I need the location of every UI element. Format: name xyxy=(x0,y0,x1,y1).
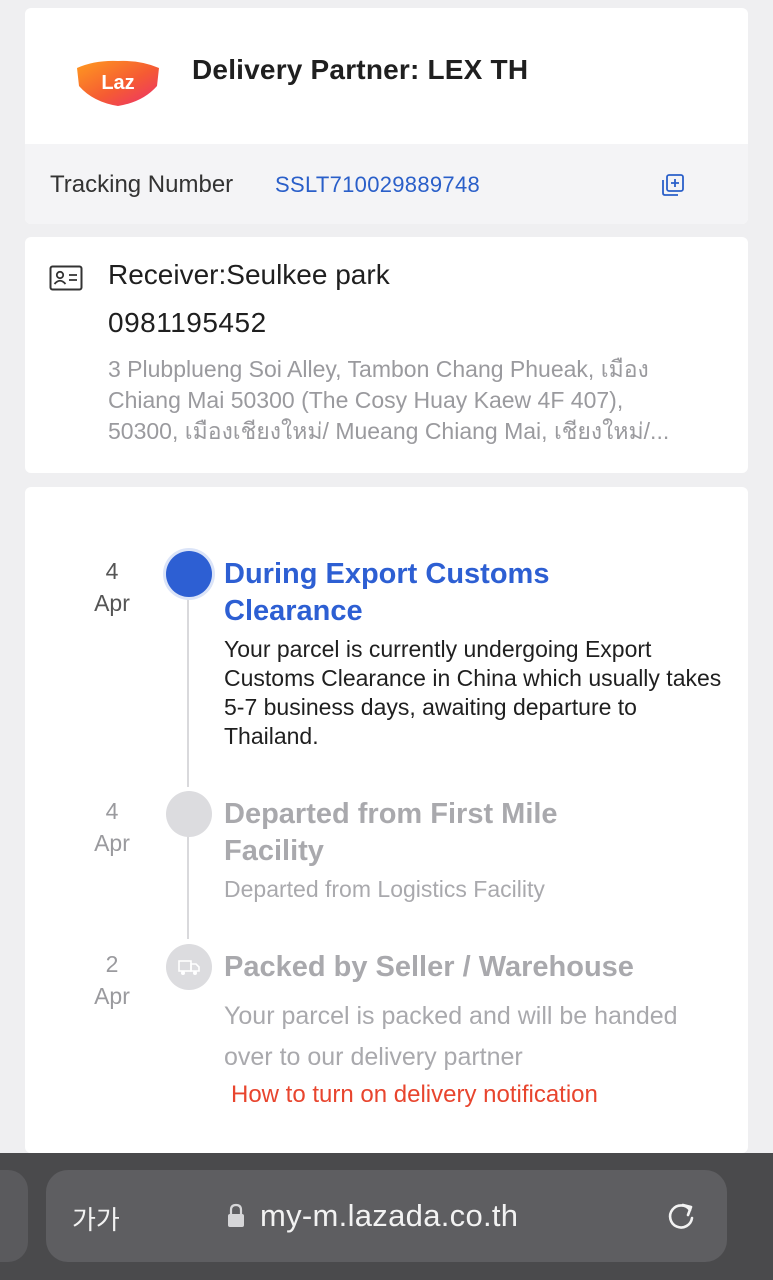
event-title-line: Clearance xyxy=(224,595,363,627)
active-status-dot xyxy=(166,551,212,597)
event-description: Departed from Logistics Facility xyxy=(224,876,545,902)
event-date: 4 Apr xyxy=(72,555,152,619)
completed-status-dot xyxy=(166,791,212,837)
browser-bottom-bar: 가가 my-m.lazada.co.th xyxy=(0,1153,773,1280)
timeline-connector xyxy=(187,587,189,787)
delivery-partner-card: Laz Delivery Partner: LEX TH Tracking Nu… xyxy=(25,8,748,224)
tracking-number-label: Tracking Number xyxy=(50,171,234,198)
page-settings-button[interactable]: 가가 xyxy=(72,1200,120,1237)
tracking-row: Tracking Number SSLT710029889748 xyxy=(25,144,748,224)
event-description: Your parcel is packed and will be handed… xyxy=(224,1002,678,1071)
address-bar[interactable]: 가가 my-m.lazada.co.th xyxy=(46,1170,727,1262)
delivery-notification-link[interactable]: How to turn on delivery notification xyxy=(231,1081,598,1109)
lock-icon xyxy=(228,1203,244,1227)
event-title-line: During Export Customs xyxy=(224,558,550,590)
event-month: Apr xyxy=(94,830,130,856)
event-title: During Export Customs Clearance xyxy=(224,556,724,630)
event-day: 4 xyxy=(105,798,119,824)
timeline-connector xyxy=(187,827,189,939)
address-line: 3 Plubplueng Soi Alley, Tambon Chang Phu… xyxy=(108,356,649,382)
tracking-timeline-card: 4 Apr During Export Customs Clearance Yo… xyxy=(25,487,748,1153)
previous-tab-edge[interactable] xyxy=(0,1170,28,1262)
receiver-phone: 0981195452 xyxy=(108,307,267,338)
receiver-name: Receiver:Seulkee park xyxy=(108,259,390,290)
address-line: Chiang Mai 50300 (The Cosy Huay Kaew 4F … xyxy=(108,387,624,413)
event-title-line: Facility xyxy=(224,835,324,867)
lazada-logo: Laz xyxy=(77,60,159,106)
event-title: Departed from First Mile Facility xyxy=(224,796,724,870)
event-date: 4 Apr xyxy=(72,795,152,859)
receiver-card: Receiver:Seulkee park 0981195452 3 Plubp… xyxy=(25,237,748,473)
url-text[interactable]: my-m.lazada.co.th xyxy=(260,1198,518,1234)
event-title-line: Departed from First Mile xyxy=(224,798,558,830)
id-card-icon xyxy=(49,265,83,291)
receiver-address: 3 Plubplueng Soi Alley, Tambon Chang Phu… xyxy=(108,354,718,447)
delivery-partner-title: Delivery Partner: LEX TH xyxy=(192,54,529,85)
event-title-line: Packed by Seller / Warehouse xyxy=(224,951,634,983)
event-description: Your parcel is currently undergoing Expo… xyxy=(224,636,722,749)
event-month: Apr xyxy=(94,590,130,616)
truck-icon xyxy=(178,960,200,975)
event-month: Apr xyxy=(94,983,130,1009)
event-title: Packed by Seller / Warehouse xyxy=(224,949,724,986)
copy-icon[interactable] xyxy=(661,173,685,197)
event-day: 2 xyxy=(105,951,119,977)
event-date: 2 Apr xyxy=(72,948,152,1012)
event-day: 4 xyxy=(105,558,119,584)
tracking-number-value[interactable]: SSLT710029889748 xyxy=(275,172,480,198)
packed-status-dot xyxy=(166,944,212,990)
reload-icon[interactable] xyxy=(664,1199,698,1233)
address-line: 50300, เมืองเชียงใหม่/ Mueang Chiang Mai… xyxy=(108,418,670,444)
svg-text:Laz: Laz xyxy=(101,72,134,94)
